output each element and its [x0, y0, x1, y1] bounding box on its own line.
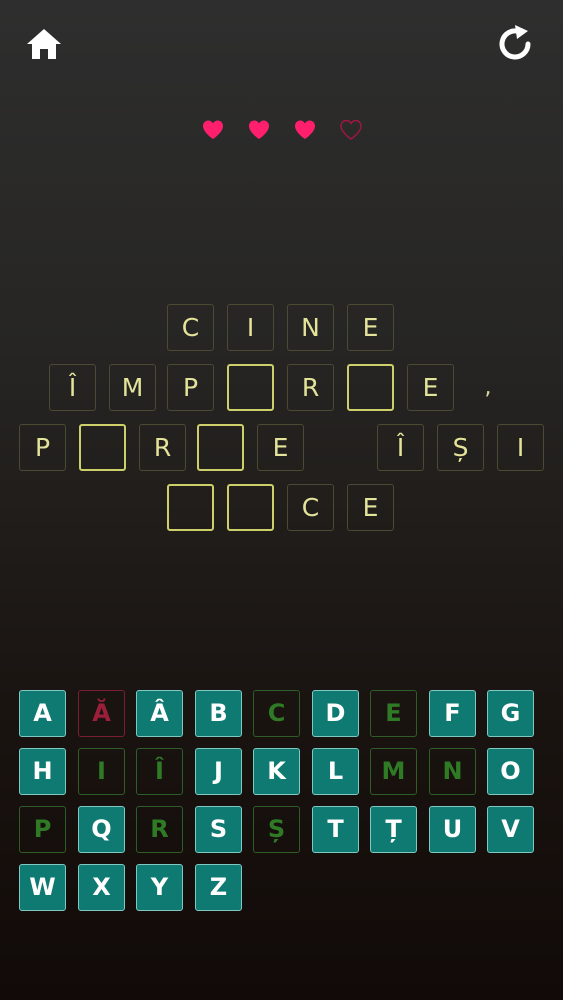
revealed-letter-tile: E [347, 304, 394, 351]
key-z[interactable]: Z [195, 864, 242, 911]
blank-letter-slot [167, 484, 214, 531]
key-l[interactable]: L [312, 748, 359, 795]
home-icon [27, 29, 61, 59]
key-b[interactable]: B [195, 690, 242, 737]
blank-letter-slot [227, 484, 274, 531]
key-g[interactable]: G [487, 690, 534, 737]
key-v[interactable]: V [487, 806, 534, 853]
revealed-letter-tile: C [167, 304, 214, 351]
key-â[interactable]: Â [136, 690, 183, 737]
key-a[interactable]: A [19, 690, 66, 737]
key-t[interactable]: T [312, 806, 359, 853]
heart-full-icon [293, 118, 317, 142]
revealed-letter-tile: I [497, 424, 544, 471]
revealed-letter-tile: M [109, 364, 156, 411]
key-y[interactable]: Y [136, 864, 183, 911]
phrase-row: CE [0, 484, 563, 544]
revealed-letter-tile: Ș [437, 424, 484, 471]
key-k[interactable]: K [253, 748, 300, 795]
phrase-row: P R E ÎȘI [0, 424, 563, 484]
revealed-letter-tile: E [347, 484, 394, 531]
key-i: I [78, 748, 125, 795]
key-n: N [429, 748, 476, 795]
key-d[interactable]: D [312, 690, 359, 737]
key-ș: Ș [253, 806, 300, 853]
key-f[interactable]: F [429, 690, 476, 737]
restart-icon [499, 25, 531, 60]
heart-empty-icon [339, 118, 363, 142]
revealed-letter-tile: R [287, 364, 334, 411]
key-ț[interactable]: Ț [370, 806, 417, 853]
heart-full-icon [247, 118, 271, 142]
key-w[interactable]: W [19, 864, 66, 911]
key-ă: Ă [78, 690, 125, 737]
revealed-letter-tile: C [287, 484, 334, 531]
revealed-letter-tile: N [287, 304, 334, 351]
key-h[interactable]: H [19, 748, 66, 795]
key-o[interactable]: O [487, 748, 534, 795]
key-e: E [370, 690, 417, 737]
key-s[interactable]: S [195, 806, 242, 853]
lives-hearts [0, 118, 563, 142]
phrase-row: ÎMP R E, [0, 364, 563, 424]
blank-letter-slot [227, 364, 274, 411]
key-r: R [136, 806, 183, 853]
phrase-board: CINEÎMPRE,PREÎȘICE [0, 304, 563, 544]
heart-full-icon [201, 118, 225, 142]
key-î: Î [136, 748, 183, 795]
punctuation: , [484, 375, 492, 400]
key-c: C [253, 690, 300, 737]
revealed-letter-tile: P [19, 424, 66, 471]
home-button[interactable] [22, 22, 66, 66]
revealed-letter-tile: I [227, 304, 274, 351]
revealed-letter-tile: Î [377, 424, 424, 471]
restart-button[interactable] [494, 22, 538, 66]
revealed-letter-tile: R [139, 424, 186, 471]
key-p: P [19, 806, 66, 853]
revealed-letter-tile: E [407, 364, 454, 411]
key-x[interactable]: X [78, 864, 125, 911]
blank-letter-slot [79, 424, 126, 471]
revealed-letter-tile: E [257, 424, 304, 471]
blank-letter-slot [197, 424, 244, 471]
blank-letter-slot [347, 364, 394, 411]
revealed-letter-tile: P [167, 364, 214, 411]
key-j[interactable]: J [195, 748, 242, 795]
revealed-letter-tile: Î [49, 364, 96, 411]
key-m: M [370, 748, 417, 795]
key-q[interactable]: Q [78, 806, 125, 853]
key-u[interactable]: U [429, 806, 476, 853]
phrase-row: CINE [0, 304, 563, 364]
